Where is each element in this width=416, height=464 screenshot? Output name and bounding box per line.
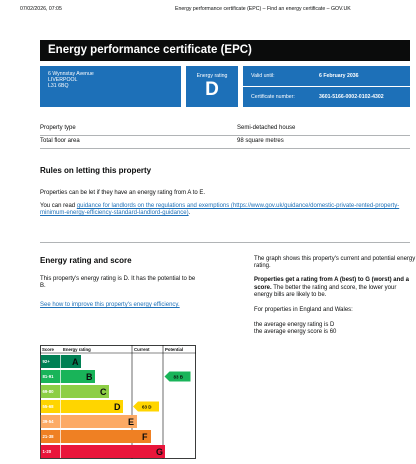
property-type-value: Semi-detached house — [237, 125, 296, 131]
print-datetime: 07/02/2026, 07:05 — [20, 6, 62, 12]
letting-section: Rules on letting this property Propertie… — [40, 166, 410, 218]
potential-rating-label: 83 B — [174, 375, 184, 380]
band-range-label: 55-68 — [43, 404, 55, 409]
rating-explanation-rest: The better the rating and score, the low… — [254, 284, 397, 298]
graph-description: The graph shows this property's current … — [254, 256, 416, 270]
chart-header-3: Potential — [165, 347, 183, 352]
letting-p2-suffix: . — [188, 210, 191, 217]
floor-area-value: 98 square metres — [237, 138, 284, 144]
band-letter: E — [128, 417, 134, 427]
cert-number-value: 3601-5166-0002-0102-4302 — [319, 94, 384, 100]
current-rating-label: 63 D — [142, 405, 152, 410]
letting-p2-prefix: You can read — [40, 203, 77, 210]
band-letter: A — [72, 357, 79, 367]
average-intro: For properties in England and Wales: — [254, 307, 353, 314]
valid-until-label: Valid until: — [251, 73, 275, 79]
band-letter: G — [156, 447, 163, 457]
average-rating: the average energy rating is D — [254, 322, 335, 329]
average-score: the average energy score is 60 — [254, 329, 337, 336]
address-line-3: L31 6BQ — [48, 83, 69, 90]
energy-rating-letter: D — [205, 79, 219, 100]
certificate-details-box: Valid until: 6 February 2036 Certificate… — [243, 66, 410, 107]
address-box: 6 Wynnstay Avenue LIVERPOOL L31 6BQ — [40, 66, 181, 107]
band-range-label: 1-20 — [43, 449, 52, 454]
band-range-label: 39-54 — [43, 419, 55, 424]
chart-header-0: Score — [42, 347, 55, 352]
band-bar-e — [61, 415, 137, 428]
energy-rating-chart: Score Energy rating Current Potential 92+ A 8… — [40, 345, 196, 459]
chart-header-2: Current — [134, 347, 150, 352]
improve-link-wrapper: See how to improve this property's energ… — [40, 302, 200, 309]
letting-heading: Rules on letting this property — [40, 166, 152, 175]
chart-header-1: Energy rating — [63, 347, 91, 352]
print-page-title: Energy performance certificate (EPC) – F… — [175, 6, 351, 12]
band-letter: F — [142, 432, 148, 442]
band-range-label: 92+ — [43, 359, 51, 364]
band-bar-g — [61, 445, 165, 458]
band-range-label: 21-38 — [43, 434, 55, 439]
band-range-label: 69-80 — [43, 389, 55, 394]
rating-right-column: The graph shows this property's current … — [254, 256, 416, 337]
band-range-label: 81-91 — [43, 374, 55, 379]
summary-row-floor-area: Total floor area 98 square metres — [40, 136, 410, 149]
letting-paragraph-1: Properties can be let if they have an en… — [40, 190, 206, 196]
page-title: Energy performance certificate (EPC) — [48, 44, 252, 56]
band-letter: B — [86, 372, 93, 382]
cert-number-row: Certificate number: 3601-5166-0002-0102-… — [243, 87, 410, 107]
rating-heading: Energy rating and score — [40, 256, 132, 265]
landlord-guidance-link[interactable]: guidance for landlords on the regulation… — [40, 203, 399, 216]
cert-number-label: Certificate number: — [251, 94, 295, 100]
section-divider — [40, 242, 410, 243]
letting-paragraph-2: You can read guidance for landlords on t… — [40, 203, 410, 217]
band-letter: D — [114, 402, 121, 412]
rating-left-column: Energy rating and score This property's … — [40, 256, 200, 310]
valid-until-row: Valid until: 6 February 2036 — [243, 66, 410, 86]
rating-explanation: Properties get a rating from A (best) to… — [254, 277, 416, 299]
rating-paragraph: This property's energy rating is D. It h… — [40, 276, 196, 290]
energy-rating-box: Energy rating D — [186, 66, 238, 107]
band-bar-f — [61, 430, 151, 443]
property-type-label: Property type — [40, 125, 76, 131]
summary-row-property-type: Property type Semi-detached house — [40, 123, 410, 136]
band-letter: C — [100, 387, 107, 397]
epc-header: Energy performance certificate (EPC) — [40, 40, 410, 61]
improve-efficiency-link[interactable]: See how to improve this property's energ… — [40, 302, 180, 308]
valid-until-value: 6 February 2036 — [319, 73, 359, 79]
floor-area-label: Total floor area — [40, 138, 80, 144]
